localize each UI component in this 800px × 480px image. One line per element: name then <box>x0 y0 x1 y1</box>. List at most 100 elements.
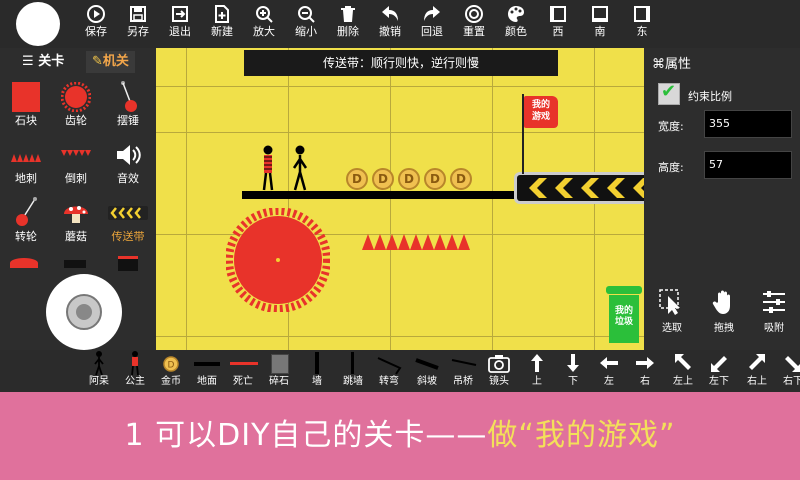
direction-down-right[interactable]: 右下 <box>776 350 800 392</box>
coin[interactable]: D <box>346 168 368 190</box>
play-icon <box>87 5 105 23</box>
element-coin[interactable]: D 金币 <box>154 350 188 392</box>
direction-down-left[interactable]: 左下 <box>702 350 736 392</box>
toolbar-label: 西 <box>552 25 564 38</box>
palette-item-stone[interactable]: 石块 <box>0 80 52 136</box>
toolbar-save-button[interactable]: 保存 <box>78 2 114 46</box>
new-icon <box>215 5 229 23</box>
element-slope[interactable]: 斜坡 <box>410 350 444 392</box>
toolbar-redo-button[interactable]: 回退 <box>414 2 450 46</box>
speaker-icon <box>117 145 141 165</box>
conveyor-belt[interactable] <box>514 172 644 204</box>
toolbar-west-button[interactable]: 西 <box>540 2 576 46</box>
west-icon <box>550 6 566 22</box>
arrow-up-right-icon <box>749 354 765 370</box>
spike-row[interactable] <box>362 234 472 250</box>
element-jump-wall[interactable]: 跳墙 <box>336 350 370 392</box>
element-label: 公主 <box>125 376 145 387</box>
element-princess[interactable]: 公主 <box>118 350 152 392</box>
element-gravel[interactable]: 碎石 <box>262 350 296 392</box>
palette-item-wheel[interactable]: 转轮 <box>0 196 52 252</box>
turn-icon <box>377 357 402 375</box>
flag-text: 我的 游戏 <box>531 100 550 122</box>
toolbar-label: 颜色 <box>505 25 527 38</box>
toolbar-zoom-out-button[interactable]: 缩小 <box>288 2 324 46</box>
stick-figures[interactable] <box>256 144 316 194</box>
tab-levels[interactable]: ☰ 关卡 <box>22 51 64 73</box>
coin[interactable]: D <box>450 168 472 190</box>
item-label: 地刺 <box>15 172 37 185</box>
toolbar-reset-button[interactable]: 重置 <box>456 2 492 46</box>
save-icon <box>130 6 146 22</box>
element-wall[interactable]: 墙 <box>300 350 334 392</box>
item-label: 蘑菇 <box>65 230 87 243</box>
direction-up-right[interactable]: 右上 <box>740 350 774 392</box>
goal-flag[interactable]: 我的 游戏 <box>520 94 560 174</box>
direction-right[interactable]: 右 <box>628 350 662 392</box>
conveyor-icon <box>108 206 148 220</box>
tab-label: 关卡 <box>38 54 65 69</box>
element-drawbridge[interactable]: 吊桥 <box>446 350 480 392</box>
coin-row[interactable]: DDDDD <box>346 168 476 192</box>
direction-down[interactable]: 下 <box>556 350 590 392</box>
spike-icon <box>11 154 41 162</box>
palette-item-ground-spike[interactable]: 地刺 <box>0 138 52 194</box>
level-canvas[interactable]: 传送带：顺行则快，逆行则慢 DDDDD 我的 游戏 我的 垃圾 <box>156 48 644 350</box>
toolbar-color-button[interactable]: 颜色 <box>498 2 534 46</box>
direction-up[interactable]: 上 <box>520 350 554 392</box>
redo-icon <box>424 6 440 21</box>
palette-item-mushroom[interactable]: 蘑菇 <box>50 196 102 252</box>
toolbar-delete-button[interactable]: 删除 <box>330 2 366 46</box>
coin[interactable]: D <box>424 168 446 190</box>
ground-platform[interactable] <box>242 191 516 199</box>
sliders-icon <box>763 291 785 313</box>
saw-blade[interactable] <box>226 208 330 312</box>
select-tool-button[interactable]: 选取 <box>650 288 694 334</box>
lock-ratio-label: 约束比例 <box>688 90 732 103</box>
coin[interactable]: D <box>372 168 394 190</box>
element-ground[interactable]: 地面 <box>190 350 224 392</box>
palette-item-pendulum[interactable]: 摆锤 <box>102 80 154 136</box>
drag-tool-button[interactable]: 拖拽 <box>702 288 746 334</box>
joystick-knob[interactable] <box>66 294 102 330</box>
tool-label: 拖拽 <box>714 323 734 334</box>
toolbar-new-button[interactable]: 新建 <box>204 2 240 46</box>
element-hero[interactable]: 阿呆 <box>82 350 116 392</box>
element-death[interactable]: 死亡 <box>226 350 260 392</box>
element-label: 上 <box>532 376 542 387</box>
toolbar-south-button[interactable]: 南 <box>582 2 618 46</box>
element-camera[interactable]: 镜头 <box>482 350 516 392</box>
palette-item-sound[interactable]: 音效 <box>102 138 154 194</box>
banner-text-yellow: 做“我的游戏” <box>487 418 676 453</box>
wheel-icon <box>16 197 37 226</box>
princess-figure <box>262 145 274 191</box>
joystick[interactable] <box>46 274 122 350</box>
trash-bin[interactable]: 我的 垃圾 <box>606 286 642 344</box>
lock-ratio-checkbox[interactable]: ✔ <box>658 81 680 105</box>
direction-left[interactable]: 左 <box>592 350 626 392</box>
height-input[interactable]: 57 <box>704 151 792 179</box>
width-input[interactable]: 355 <box>704 110 792 138</box>
item-label: 转轮 <box>15 230 37 243</box>
tab-traps[interactable]: ✎机关 <box>86 51 135 73</box>
palette-item-conveyor[interactable]: 传送带 <box>102 196 154 252</box>
toolbar-undo-button[interactable]: 撤销 <box>372 2 408 46</box>
element-label: 死亡 <box>233 376 253 387</box>
mushroom-icon <box>64 206 88 223</box>
toolbar-zoom-in-button[interactable]: 放大 <box>246 2 282 46</box>
death-line-icon <box>230 362 258 365</box>
record-button[interactable] <box>16 2 60 46</box>
hand-icon <box>712 290 730 314</box>
toolbar-exit-button[interactable]: 退出 <box>162 2 198 46</box>
toolbar-save-as-button[interactable]: 另存 <box>120 2 156 46</box>
coin[interactable]: D <box>398 168 420 190</box>
stone-icon <box>12 82 40 112</box>
toolbar-east-button[interactable]: 东 <box>624 2 660 46</box>
palette-item-gear[interactable]: 齿轮 <box>50 80 102 136</box>
toolbar-label: 放大 <box>253 25 275 38</box>
direction-up-left[interactable]: 左上 <box>666 350 700 392</box>
zoom-in-icon <box>256 6 273 23</box>
element-turn[interactable]: 转弯 <box>372 350 406 392</box>
palette-item-barb[interactable]: 倒刺 <box>50 138 102 194</box>
snap-tool-button[interactable]: 吸附 <box>752 288 796 334</box>
